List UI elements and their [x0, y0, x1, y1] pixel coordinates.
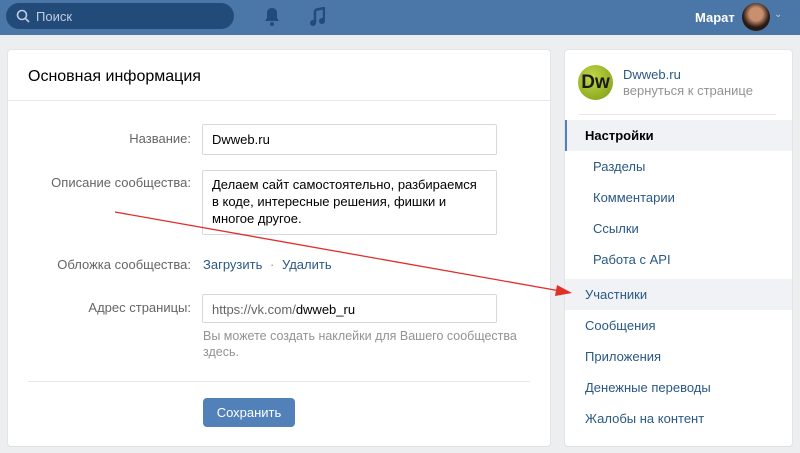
- annotation-arrow: [114, 211, 572, 296]
